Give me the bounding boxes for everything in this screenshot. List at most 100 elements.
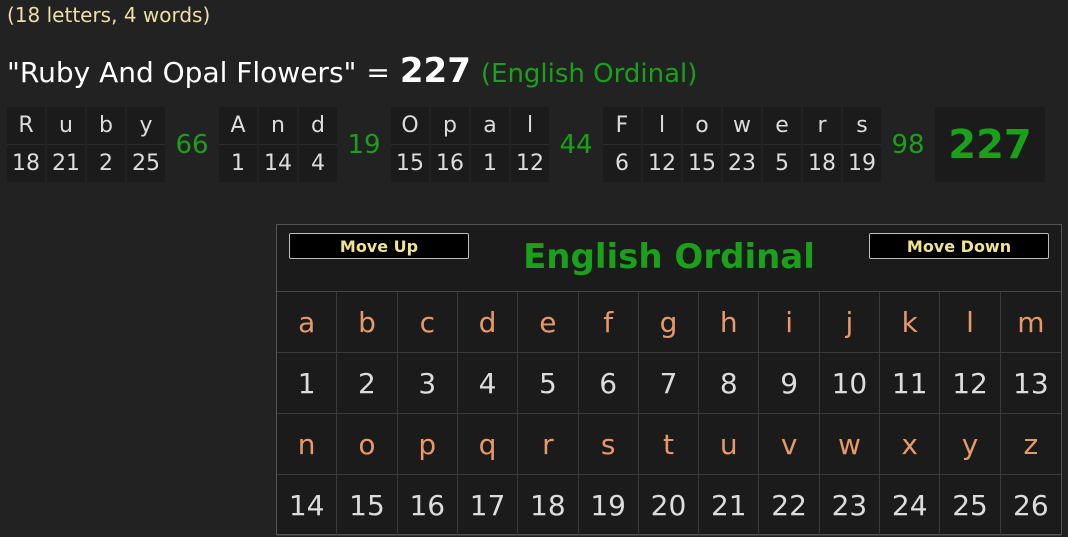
word-sum: 19: [339, 107, 389, 182]
cipher-value-cell: 18: [518, 475, 579, 536]
cipher-value-cell: 20: [638, 475, 700, 536]
cipher-value-cell: 12: [940, 353, 1001, 414]
word-group: F 6 l 12 o 15 w 23 e 5 r 18 s 19: [603, 107, 883, 182]
letter-value: 5: [775, 151, 789, 176]
cipher-letter-cell: x: [880, 414, 941, 475]
cipher-value-cell: 19: [578, 475, 639, 536]
letter-column: w 23: [723, 107, 761, 182]
equals-sign: =: [366, 56, 390, 89]
letter-char: d: [299, 107, 337, 145]
cipher-letter-cell: q: [457, 414, 519, 475]
phrase-text: "Ruby And Opal Flowers": [7, 56, 357, 89]
cipher-letter-cell: i: [759, 292, 820, 353]
letter-column: r 18: [803, 107, 841, 182]
cipher-letter-cell: m: [1000, 292, 1061, 353]
cipher-letter-cell: t: [638, 414, 700, 475]
letter-value: 14: [264, 151, 292, 176]
cipher-letter-cell: s: [578, 414, 639, 475]
cipher-panel: Move Up English Ordinal Move Down abcdef…: [276, 224, 1062, 536]
cipher-letter-cell: w: [819, 414, 881, 475]
letter-column: l 12: [511, 107, 549, 182]
letter-char: l: [643, 107, 681, 145]
cipher-value-cell: 6: [578, 353, 639, 414]
cipher-letter-cell: d: [457, 292, 519, 353]
letter-value: 15: [688, 151, 716, 176]
cipher-value-cell: 14: [277, 475, 338, 536]
letter-value: 16: [436, 151, 464, 176]
cipher-letter-cell: y: [940, 414, 1001, 475]
letter-breakdown-table: R 18 u 21 b 2 y 25 66 A 1 n 14 d 4 19 O 15 p 16 a 1 l 12 44 F 6 l 12…: [7, 107, 1045, 182]
letter-column: s 19: [843, 107, 881, 182]
letter-char: b: [87, 107, 125, 145]
letter-column: d4: [299, 107, 337, 182]
letter-column: p 16: [431, 107, 469, 182]
letter-char: s: [843, 107, 881, 145]
letter-value: 21: [52, 151, 80, 176]
letter-char: R: [7, 107, 45, 145]
letter-char: A: [219, 107, 257, 145]
letter-value: 4: [311, 151, 325, 176]
cipher-letter-cell: b: [337, 292, 398, 353]
letter-char: u: [47, 107, 85, 145]
word-group: R 18 u 21 b 2 y 25: [7, 107, 167, 182]
letter-column: a1: [471, 107, 509, 182]
cipher-grid: a b c d e f g h i j k l m 1 2 3 4 5 6 7 8 9 10 11 12 13 n o p q r s t u v w…: [277, 292, 1061, 536]
letter-column: o 15: [683, 107, 721, 182]
phrase-result: "Ruby And Opal Flowers" = 227 (English O…: [7, 51, 697, 91]
cipher-letter-cell: g: [638, 292, 700, 353]
cipher-letter-cell: j: [819, 292, 881, 353]
cipher-value-cell: 10: [819, 353, 881, 414]
summary-text: (18 letters, 4 words): [7, 3, 211, 27]
cipher-label: (English Ordinal): [480, 59, 698, 89]
word-sum: 44: [551, 107, 601, 182]
letter-column: e5: [763, 107, 801, 182]
letter-value: 12: [648, 151, 676, 176]
letter-column: A1: [219, 107, 257, 182]
grand-total: 227: [935, 107, 1045, 182]
cipher-letter-cell: r: [518, 414, 579, 475]
phrase-total: 227: [399, 51, 471, 91]
letter-column: l 12: [643, 107, 681, 182]
cipher-letter-cell: f: [578, 292, 639, 353]
word-group: O 15 p 16 a 1 l 12: [391, 107, 551, 182]
cipher-letter-cell: n: [277, 414, 338, 475]
letter-value: 18: [808, 151, 836, 176]
letter-column: n 14: [259, 107, 297, 182]
letter-char: w: [723, 107, 761, 145]
cipher-header: Move Up English Ordinal Move Down: [277, 225, 1061, 292]
cipher-letter-cell: p: [397, 414, 458, 475]
letter-column: b2: [87, 107, 125, 182]
letter-char: a: [471, 107, 509, 145]
letter-value: 15: [396, 151, 424, 176]
letter-char: p: [431, 107, 469, 145]
cipher-letter-cell: z: [1000, 414, 1061, 475]
move-down-button[interactable]: Move Down: [869, 233, 1049, 259]
cipher-value-cell: 7: [638, 353, 700, 414]
cipher-value-cell: 13: [1000, 353, 1061, 414]
letter-value: 1: [483, 151, 497, 176]
letter-char: y: [127, 107, 165, 145]
letter-value: 12: [516, 151, 544, 176]
letter-char: n: [259, 107, 297, 145]
letter-value: 18: [12, 151, 40, 176]
cipher-value-cell: 16: [397, 475, 458, 536]
letter-char: r: [803, 107, 841, 145]
word-sum: 66: [167, 107, 217, 182]
cipher-value-cell: 9: [759, 353, 820, 414]
cipher-value-cell: 4: [457, 353, 519, 414]
cipher-value-cell: 3: [397, 353, 458, 414]
cipher-letter-cell: h: [699, 292, 760, 353]
letter-column: O 15: [391, 107, 429, 182]
letter-value: 23: [728, 151, 756, 176]
letter-column: F6: [603, 107, 641, 182]
cipher-value-cell: 26: [1000, 475, 1061, 536]
letter-char: o: [683, 107, 721, 145]
cipher-value-cell: 17: [457, 475, 519, 536]
cipher-letter-cell: e: [518, 292, 579, 353]
cipher-letter-cell: l: [940, 292, 1001, 353]
cipher-value-cell: 24: [880, 475, 941, 536]
cipher-value-cell: 1: [277, 353, 338, 414]
letter-value: 6: [615, 151, 629, 176]
cipher-letter-cell: a: [277, 292, 338, 353]
letter-value: 19: [848, 151, 876, 176]
